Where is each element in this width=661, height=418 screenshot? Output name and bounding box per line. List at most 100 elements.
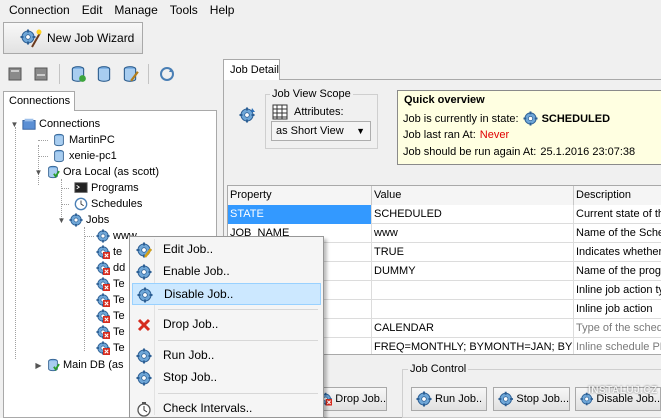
cell-description: Current state of th xyxy=(574,205,661,224)
job-gear-red-icon xyxy=(96,293,110,307)
cell-description: Inline schedule PL xyxy=(574,338,661,354)
tree-node-label: Jobs xyxy=(86,214,110,226)
wizard-icon xyxy=(20,29,42,48)
menu-item-label: Stop Job.. xyxy=(163,370,218,384)
add-database-button[interactable] xyxy=(67,63,89,85)
edit-job-icon xyxy=(136,242,152,258)
tree-node-label: Programs xyxy=(91,182,139,194)
new-job-wizard-button[interactable]: New Job Wizard xyxy=(3,22,143,54)
edit-database-button[interactable] xyxy=(119,63,141,85)
cell-description: Name of the progr xyxy=(574,262,661,281)
stop-job-button[interactable]: Stop Job... xyxy=(493,387,570,411)
job-gear-red-icon xyxy=(96,261,110,275)
tree-node-schedules[interactable]: Schedules xyxy=(74,196,142,212)
job-state-value: SCHEDULED xyxy=(541,112,611,125)
drop-job-button[interactable]: Drop Job.. xyxy=(314,387,387,411)
menu-item-disable-job[interactable]: Disable Job.. xyxy=(132,283,321,305)
menu-item-label: Disable Job.. xyxy=(164,287,234,301)
collapse-icon[interactable]: ▼ xyxy=(57,216,66,225)
stop-job-icon xyxy=(136,370,152,386)
menu-separator xyxy=(158,393,318,394)
remove-connection-button[interactable] xyxy=(30,63,52,85)
menu-edit[interactable]: Edit xyxy=(76,0,109,20)
column-header-value[interactable]: Value xyxy=(372,186,574,205)
job-detail-tab[interactable]: Job Detail xyxy=(223,59,280,80)
menu-item-check-intervals[interactable]: Check Intervals.. xyxy=(132,398,321,418)
toolbar-separator xyxy=(148,64,149,84)
menu-item-stop-job[interactable]: Stop Job.. xyxy=(132,367,321,389)
toolbar xyxy=(4,60,178,88)
grid-icon xyxy=(272,104,288,120)
cell-description: Indicates whether xyxy=(574,243,661,262)
menu-item-enable-job[interactable]: Enable Job.. xyxy=(132,261,321,283)
chevron-down-icon: ▼ xyxy=(356,126,365,136)
cell-description: Type of the sched xyxy=(574,319,661,338)
server-add-icon xyxy=(8,67,22,81)
attributes-label: Attributes: xyxy=(294,106,344,118)
menu-separator xyxy=(158,340,318,341)
run-job-button[interactable]: Run Job.. xyxy=(411,387,487,411)
job-state-label: Job is currently in state: xyxy=(403,112,519,125)
tree-node-label: Te xyxy=(113,294,125,306)
next-run-value: 25.1.2016 23:07:38 xyxy=(540,146,636,158)
last-ran-value: Never xyxy=(479,129,510,141)
programs-icon xyxy=(74,182,88,193)
expand-icon[interactable]: ▶ xyxy=(34,361,43,370)
job-gear-red-icon xyxy=(96,341,110,355)
tree-node-job[interactable]: dd xyxy=(96,260,125,276)
table-row[interactable]: STATE SCHEDULED Current state of th xyxy=(228,205,661,224)
database-properties-button[interactable] xyxy=(93,63,115,85)
menu-manage[interactable]: Manage xyxy=(108,0,163,20)
menu-item-edit-job[interactable]: Edit Job.. xyxy=(132,239,321,261)
new-job-wizard-label: New Job Wizard xyxy=(47,31,135,45)
tree-node-programs[interactable]: Programs xyxy=(74,180,139,196)
tree-node-main-db[interactable]: ▶ Main DB (as xyxy=(34,357,124,373)
column-header-description[interactable]: Description xyxy=(574,186,661,205)
cell-value: SCHEDULED xyxy=(372,205,574,224)
collapse-icon[interactable]: ▼ xyxy=(10,120,19,129)
tree-node-connections[interactable]: ▼ Connections xyxy=(10,116,101,132)
menu-help[interactable]: Help xyxy=(204,0,241,20)
job-state-row: Job is currently in state: SCHEDULED xyxy=(403,111,610,126)
tree-node-job[interactable]: Te xyxy=(96,308,125,324)
view-scope-select[interactable]: as Short View ▼ xyxy=(271,121,371,141)
job-gear-red-icon xyxy=(96,277,110,291)
refresh-detail-icon[interactable] xyxy=(238,106,256,124)
collapse-icon[interactable]: ▼ xyxy=(34,168,43,177)
drop-job-icon xyxy=(137,318,151,332)
tree-node-label: Ora Local (as scott) xyxy=(63,166,159,178)
tree-node-label: Main DB (as xyxy=(63,359,124,371)
menu-item-label: Enable Job.. xyxy=(163,264,230,278)
tree-node-jobs[interactable]: ▼ Jobs xyxy=(57,212,109,228)
tree-node-ora-local[interactable]: ▼ Ora Local (as scott) xyxy=(34,164,159,180)
tree-node-xenie-pc1[interactable]: xenie-pc1 xyxy=(52,148,117,164)
job-gear-red-icon xyxy=(96,309,110,323)
database-connected-icon xyxy=(46,165,60,179)
cell-value: TRUE xyxy=(372,243,574,262)
tree-node-job[interactable]: te xyxy=(96,244,122,260)
connections-tab[interactable]: Connections xyxy=(3,91,75,111)
database-icon xyxy=(95,65,113,83)
database-connected-icon xyxy=(46,358,60,372)
watermark: INSTALUJ.CZ xyxy=(588,385,658,396)
stop-job-icon xyxy=(498,391,513,407)
jobs-icon xyxy=(69,213,83,227)
tree-node-job[interactable]: Te xyxy=(96,292,125,308)
tree-node-martinpc[interactable]: MartinPC xyxy=(52,132,115,148)
menu-item-label: Edit Job.. xyxy=(163,242,214,256)
add-connection-button[interactable] xyxy=(4,63,26,85)
tree-node-label: te xyxy=(113,246,123,258)
tree-node-job[interactable]: Te xyxy=(96,324,125,340)
job-gear-red-icon xyxy=(96,325,110,339)
menu-tools[interactable]: Tools xyxy=(164,0,204,20)
database-edit-icon xyxy=(121,65,139,83)
tree-node-job[interactable]: Te xyxy=(96,276,125,292)
column-header-property[interactable]: Property xyxy=(228,186,372,205)
quick-overview-title: Quick overview xyxy=(404,94,485,106)
job-gear-icon xyxy=(96,229,110,243)
menu-item-run-job[interactable]: Run Job.. xyxy=(132,345,321,367)
refresh-button[interactable] xyxy=(156,63,178,85)
tree-node-job[interactable]: Te xyxy=(96,340,125,356)
menu-item-drop-job[interactable]: Drop Job.. xyxy=(132,314,321,336)
menu-connection[interactable]: Connection xyxy=(3,0,76,20)
